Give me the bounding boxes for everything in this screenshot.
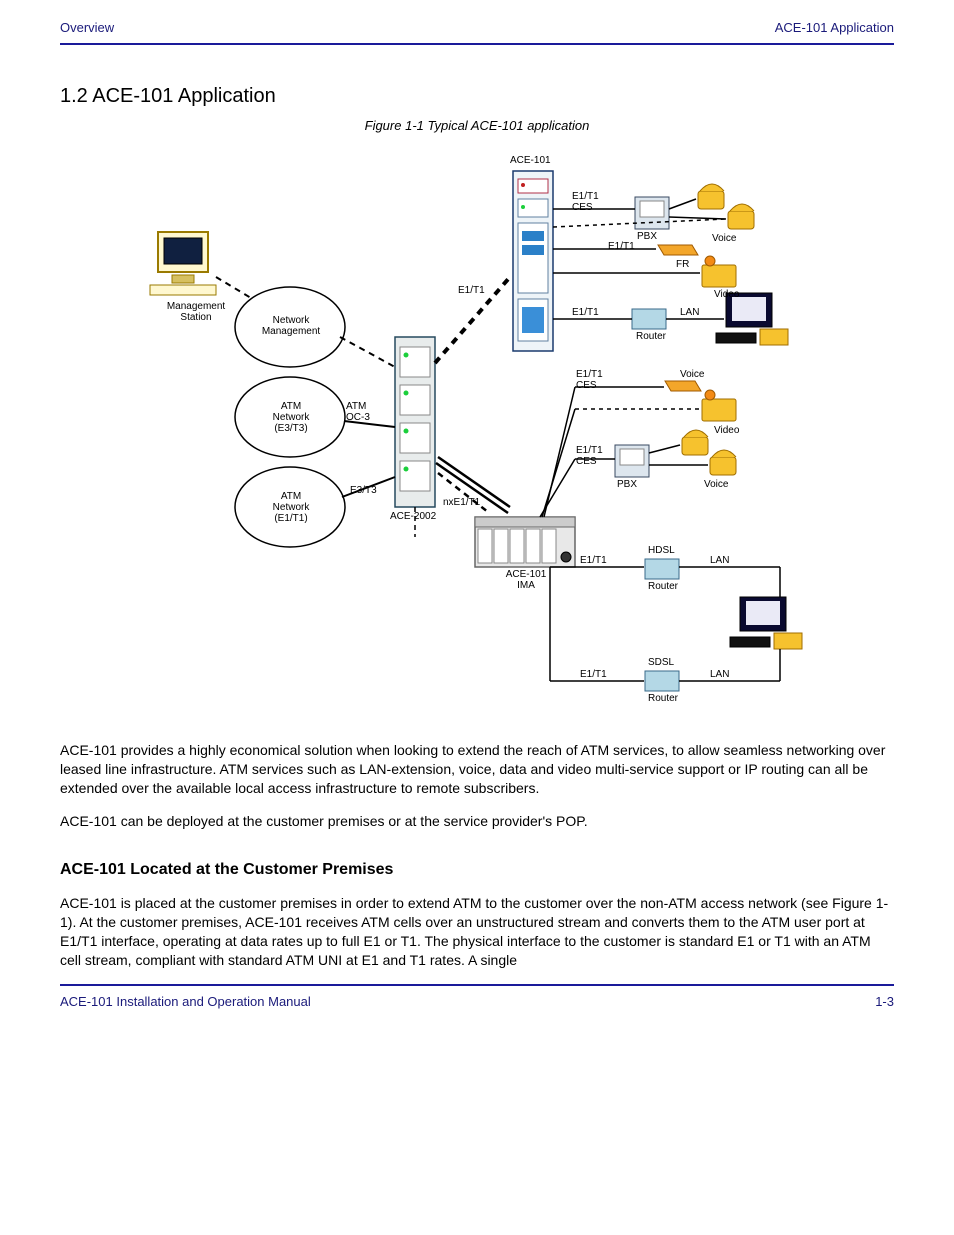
footer-left: ACE-101 Installation and Operation Manua… (60, 994, 311, 1009)
hdsl-router-icon (645, 559, 679, 579)
lbl-e1t1ces-2: E1/T1CES (576, 369, 603, 391)
phone3-icon (682, 430, 708, 455)
lbl-router2: Router (648, 581, 678, 592)
ace2002-icon (395, 337, 435, 507)
lbl-e1t1ces-3: E1/T1CES (576, 445, 603, 467)
phone1-icon (698, 184, 724, 209)
lbl-fr: FR (676, 259, 689, 270)
para1: ACE-101 provides a highly economical sol… (60, 741, 894, 798)
network-diagram: ManagementStation NetworkManagement ATMN… (60, 137, 894, 727)
ace101-1-icon (513, 171, 553, 351)
sdsl-router-icon (645, 671, 679, 691)
lbl-ace101-2: ACE-101IMA (496, 569, 556, 591)
lbl-pbx1: PBX (637, 231, 657, 242)
lbl-cloud-e1: ATMNetwork(E1/T1) (256, 491, 326, 524)
subheading-cpe: ACE-101 Located at the Customer Premises (60, 859, 894, 881)
lbl-cloud-nm: NetworkManagement (256, 315, 326, 337)
router1-icon (632, 309, 666, 329)
diagram-svg (60, 137, 894, 727)
para2: ACE-101 can be deployed at the customer … (60, 812, 894, 831)
lbl-lan3: LAN (710, 669, 729, 680)
link-cloudnm-ace2002 (340, 337, 395, 367)
voice2-modem-icon (665, 381, 701, 391)
header-right: ACE-101 Application (775, 20, 894, 35)
lbl-hdsl: HDSL (648, 545, 675, 556)
lbl-lan2: LAN (710, 555, 729, 566)
phone4-icon (710, 450, 736, 475)
page-header: Overview ACE-101 Application (0, 0, 954, 43)
lbl-e1t1-3: E1/T1 (572, 307, 599, 318)
ace101-2-icon (475, 517, 575, 567)
lbl-ace2002: ACE-2002 (390, 511, 436, 522)
lbl-voice1: Voice (712, 233, 736, 244)
mgmt-station-icon (150, 232, 216, 295)
lbl-router3: Router (648, 693, 678, 704)
lbl-sdsl: SDSL (648, 657, 674, 668)
lbl-video1: Video (714, 289, 739, 300)
figure-caption: Figure 1-1 Typical ACE-101 application (0, 118, 954, 133)
phone2-icon (728, 204, 754, 229)
lbl-e1t1-1: E1/T1 (458, 285, 485, 296)
lbl-e1t1-2: E1/T1 (608, 241, 635, 252)
lbl-ace101-1: ACE-101 (510, 155, 551, 166)
page-footer: ACE-101 Installation and Operation Manua… (0, 986, 954, 1029)
lbl-e3t3: E3/T3 (350, 485, 377, 496)
section-title: 1.2 ACE-101 Application (0, 45, 954, 108)
lbl-atmoc3: ATMOC-3 (346, 401, 370, 423)
computer2-icon (730, 597, 802, 649)
lbl-video2: Video (714, 425, 739, 436)
lbl-nxe1t1: nxE1/T1 (443, 497, 480, 508)
para3: ACE-101 is placed at the customer premis… (60, 894, 894, 970)
footer-right: 1-3 (875, 994, 894, 1009)
lbl-router1: Router (636, 331, 666, 342)
lbl-cloud-e3: ATMNetwork(E3/T3) (256, 401, 326, 434)
lbl-e1t1-4: E1/T1 (580, 555, 607, 566)
video2-icon (702, 390, 736, 421)
lbl-e1t1ces-1: E1/T1CES (572, 191, 599, 213)
header-left: Overview (60, 20, 114, 35)
video1-icon (702, 256, 736, 287)
computer1-icon (716, 293, 788, 345)
lbl-e1t1-5: E1/T1 (580, 669, 607, 680)
lbl-voice2: Voice (680, 369, 704, 380)
lbl-pbx2: PBX (617, 479, 637, 490)
lbl-mgmt: ManagementStation (156, 301, 236, 323)
fr-modem-icon (658, 245, 698, 255)
lbl-lan1: LAN (680, 307, 699, 318)
lbl-voice3: Voice (704, 479, 728, 490)
